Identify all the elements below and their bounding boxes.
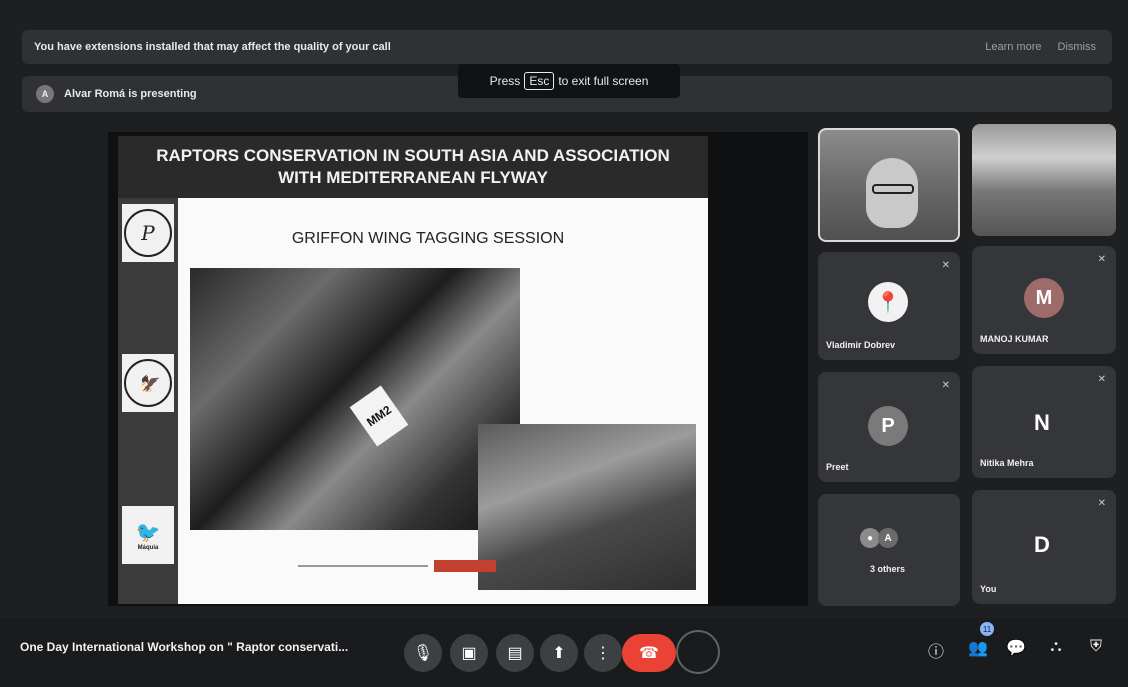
participant-name: Vladimir Dobrev [826, 340, 896, 350]
extensions-warning-text: You have extensions installed that may a… [34, 41, 391, 53]
participant-name: MANOJ KUMAR [980, 334, 1049, 344]
reaction-button[interactable] [676, 630, 720, 674]
bird-emblem-icon: 🦅 [124, 359, 172, 407]
others-avatar: A [878, 528, 898, 548]
maquia-logo: 🐦 Máquia [122, 506, 174, 564]
hangup-icon[interactable]: ☎ [622, 634, 676, 672]
slide-subtitle: GRIFFON WING TAGGING SESSION [291, 230, 565, 247]
presenter-avatar: A [36, 85, 54, 103]
camera-off-icon[interactable]: ▣ [450, 634, 488, 672]
others-avatars: ● A [860, 528, 898, 548]
presenting-text: Alvar Romá is presenting [64, 88, 197, 100]
griffon-wing-photo [190, 268, 520, 530]
extensions-banner: You have extensions installed that may a… [22, 30, 1112, 64]
activities-icon[interactable]: ⛬ [1044, 638, 1068, 656]
more-vert-icon[interactable]: ⋮ [584, 634, 622, 672]
participant-name: 3 others [870, 564, 906, 574]
mic-off-icon: ✕ [941, 380, 950, 391]
caption-button [434, 560, 496, 572]
participant-tile-3[interactable]: ✕ P Preet [818, 372, 960, 482]
fullscreen-tip: Press Esc to exit full screen [458, 64, 680, 98]
vulture-emblem-icon: 🐦 [135, 521, 161, 544]
participant-avatar: P [868, 406, 908, 446]
host-controls-icon[interactable]: ⛨ [1084, 638, 1108, 656]
chat-icon[interactable]: 💬 [1004, 638, 1028, 658]
institute-logo-letter: P [124, 209, 172, 257]
info-icon[interactable]: ⓘ [924, 638, 948, 662]
participant-avatar: N [1034, 410, 1050, 435]
participant-avatar: D [1034, 532, 1050, 557]
people-icon[interactable]: 👥 [966, 638, 990, 658]
slide-title-line2: WITH MEDITERRANEAN FLYWAY [278, 168, 548, 187]
mic-off-icon: ✕ [1097, 498, 1106, 509]
people-count-badge: 11 [980, 622, 994, 636]
participant-tile-others[interactable]: 3 others [818, 494, 960, 606]
mic-off-icon: ✕ [1097, 374, 1106, 385]
participant-tile-1[interactable]: ✕ 📍 Vladimir Dobrev [818, 252, 960, 360]
participant-avatar: M [1024, 278, 1064, 318]
dismiss-button[interactable]: Dismiss [1058, 41, 1097, 53]
slide-title: RAPTORS CONSERVATION IN SOUTH ASIA AND A… [118, 136, 708, 198]
present-icon[interactable]: ⬆ [540, 634, 578, 672]
mic-off-icon[interactable]: 🎙 [404, 634, 442, 672]
caption-text-line [298, 565, 428, 567]
tip-prefix: Press [489, 74, 521, 88]
participant-tile-2[interactable]: ✕ M MANOJ KUMAR [972, 246, 1116, 354]
tip-suffix: to exit full screen [558, 74, 649, 88]
esc-key: Esc [524, 72, 555, 90]
others-avatar-photo: ● [860, 528, 880, 548]
slide-title-line1: RAPTORS CONSERVATION IN SOUTH ASIA AND A… [156, 146, 670, 165]
participant-video-2[interactable] [972, 124, 1116, 236]
institute-logo: P [122, 204, 174, 262]
participant-name: Nitika Mehra [980, 458, 1034, 468]
mic-off-icon: ✕ [1097, 254, 1106, 265]
society-logo: 🦅 [122, 354, 174, 412]
participant-name: You [980, 584, 997, 594]
maquia-logo-text: Máquia [137, 544, 159, 551]
participant-name: Preet [826, 462, 849, 472]
meeting-title: One Day International Workshop on " Rapt… [20, 640, 349, 654]
participant-tile-4[interactable]: ✕ N Nitika Mehra [972, 366, 1116, 478]
slide-caption-bar [298, 558, 538, 574]
glasses-shape [872, 184, 914, 194]
learn-more-link[interactable]: Learn more [985, 41, 1041, 53]
captions-icon[interactable]: ▤ [496, 634, 534, 672]
mic-off-icon: ✕ [941, 260, 950, 271]
participant-tile-you[interactable]: ✕ D You [972, 490, 1116, 604]
pin-icon: 📍 [868, 282, 908, 322]
